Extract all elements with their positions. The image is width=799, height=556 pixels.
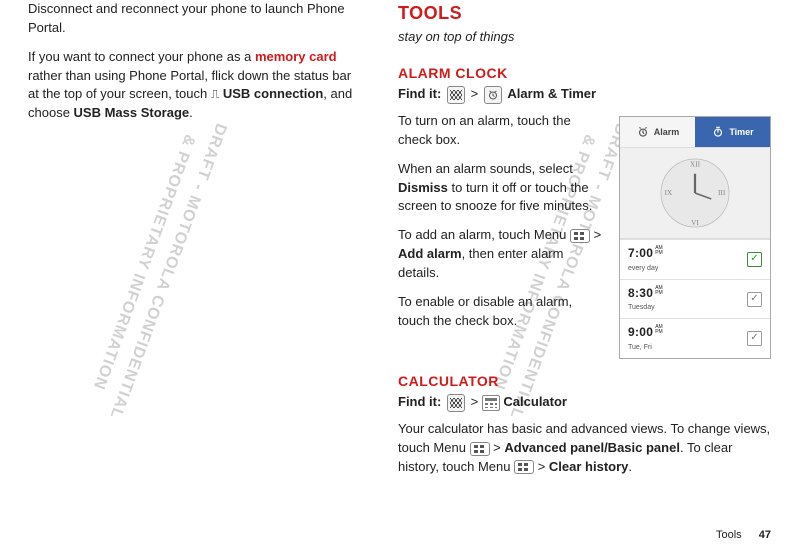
alarm-app-icon <box>484 86 502 104</box>
body-text: To add an alarm, touch Menu > Add alarm,… <box>398 226 605 283</box>
svg-text:VI: VI <box>691 218 699 227</box>
text: . <box>189 105 193 120</box>
right-column: TOOLS stay on top of things ALARM CLOCK … <box>398 0 771 487</box>
launcher-icon <box>447 394 465 412</box>
alarm-checkbox[interactable]: ✓ <box>747 252 762 267</box>
text: > <box>590 227 601 242</box>
alarm-repeat: every day <box>628 264 663 274</box>
tab-timer-label: Timer <box>729 126 753 139</box>
tab-timer[interactable]: Timer <box>695 117 770 147</box>
page-number: 47 <box>759 529 771 541</box>
alarm-repeat: Tue, Fri <box>628 343 663 353</box>
menu-key-icon <box>470 442 490 456</box>
svg-text:XII: XII <box>690 159 701 168</box>
alarm-ampm: AMPM <box>655 246 663 256</box>
text: To add an alarm, touch Menu <box>398 227 570 242</box>
alarm-row[interactable]: 7:00AMPM every day ✓ <box>620 239 770 279</box>
alarm-checkbox[interactable]: ✓ <box>747 331 762 346</box>
alarm-checkbox[interactable]: ✓ <box>747 292 762 307</box>
usb-mass-storage-label: USB Mass Storage <box>74 105 190 120</box>
dismiss-label: Dismiss <box>398 180 448 195</box>
usb-connection-label: USB connection <box>219 86 323 101</box>
text: . <box>628 459 632 474</box>
menu-key-icon <box>570 229 590 243</box>
alarm-time: 9:00 <box>628 325 653 339</box>
find-it-line: Find it: > Alarm & Timer <box>398 85 771 104</box>
add-alarm-label: Add alarm <box>398 246 462 261</box>
memory-card-term: memory card <box>255 49 337 64</box>
alarm-timer-label: Alarm & Timer <box>507 86 596 101</box>
alarm-time: 8:30 <box>628 286 653 300</box>
advanced-panel-label: Advanced panel/Basic panel <box>504 440 680 455</box>
calculator-label: Calculator <box>503 394 567 409</box>
tab-alarm-label: Alarm <box>654 126 680 139</box>
body-text: When an alarm sounds, select Dismiss to … <box>398 160 605 217</box>
gt: > <box>490 440 505 455</box>
phone-mock: Alarm Timer XII III VI IX <box>619 116 771 359</box>
tools-tagline: stay on top of things <box>398 28 771 47</box>
page-footer: Tools 47 <box>716 528 771 544</box>
text: When an alarm sounds, select <box>398 161 573 176</box>
usb-icon: ⎍ <box>211 87 219 101</box>
clock-face: XII III VI IX <box>620 147 770 239</box>
alarm-row[interactable]: 8:30AMPM Tuesday ✓ <box>620 279 770 319</box>
body-text: To turn on an alarm, touch the check box… <box>398 112 605 150</box>
alarm-time: 7:00 <box>628 246 653 260</box>
tools-heading: TOOLS <box>398 0 771 26</box>
tab-alarm[interactable]: Alarm <box>620 117 695 147</box>
body-text: Your calculator has basic and advanced v… <box>398 420 771 477</box>
find-it-label: Find it: <box>398 86 441 101</box>
find-it-line: Find it: > Calculator <box>398 393 771 412</box>
svg-text:III: III <box>718 188 726 197</box>
body-text: Disconnect and reconnect your phone to l… <box>28 0 358 38</box>
alarm-row[interactable]: 9:00AMPM Tue, Fri ✓ <box>620 318 770 358</box>
find-it-label: Find it: <box>398 394 441 409</box>
gt: > <box>534 459 549 474</box>
text: If you want to connect your phone as a <box>28 49 255 64</box>
footer-section-label: Tools <box>716 529 742 541</box>
left-column: Disconnect and reconnect your phone to l… <box>28 0 358 487</box>
gt: > <box>471 86 482 101</box>
svg-text:IX: IX <box>664 188 672 197</box>
calculator-app-icon <box>482 395 500 411</box>
alarm-clock-heading: ALARM CLOCK <box>398 63 771 83</box>
body-text: To enable or disable an alarm, touch the… <box>398 293 605 331</box>
alarm-ampm: AMPM <box>655 325 663 335</box>
calculator-heading: CALCULATOR <box>398 371 771 391</box>
clear-history-label: Clear history <box>549 459 628 474</box>
alarm-repeat: Tuesday <box>628 303 663 313</box>
gt: > <box>471 394 482 409</box>
alarm-ampm: AMPM <box>655 286 663 296</box>
launcher-icon <box>447 86 465 104</box>
menu-key-icon <box>514 460 534 474</box>
body-text: If you want to connect your phone as a m… <box>28 48 358 123</box>
